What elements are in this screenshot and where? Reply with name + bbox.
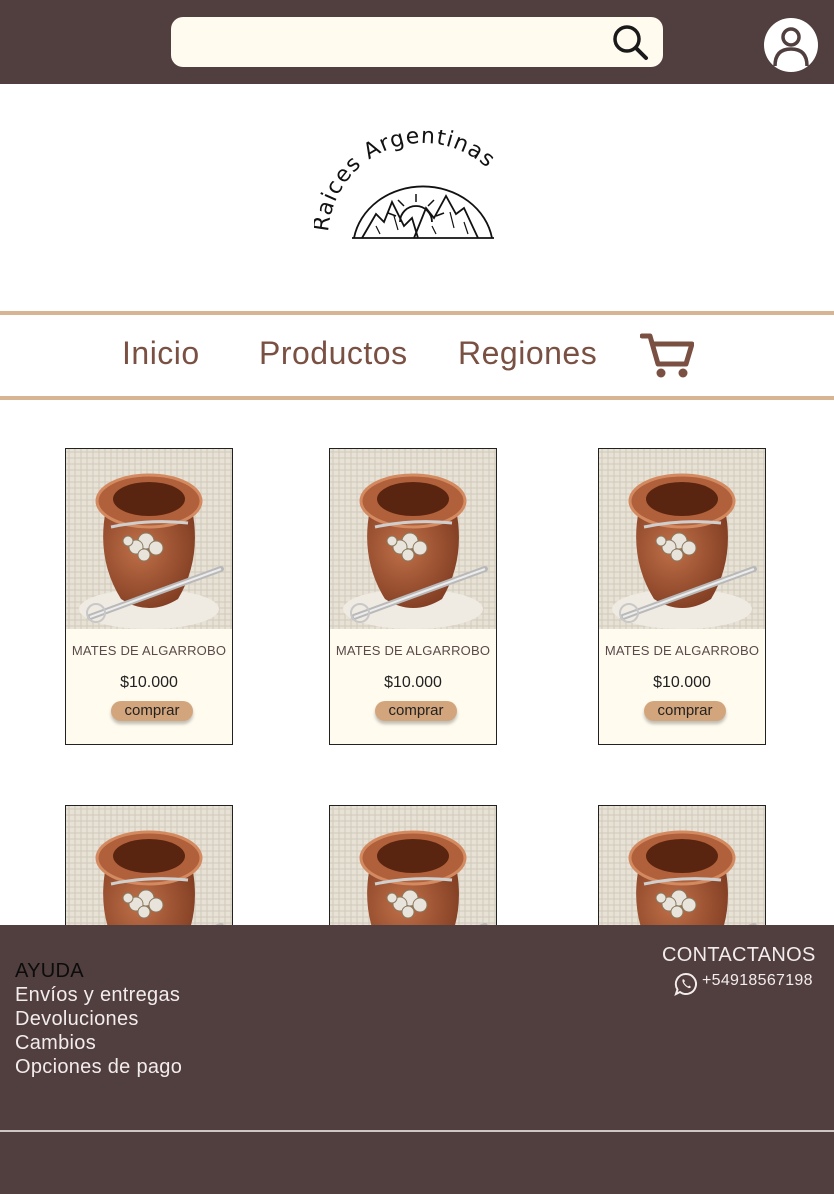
product-card[interactable]: MATES DE ALGARROBO $10.000 comprar (598, 448, 766, 745)
help-link-pagos[interactable]: Opciones de pago (15, 1056, 182, 1079)
product-card[interactable]: MATES DE ALGARROBO $10.000 comprar (329, 448, 497, 745)
nav-bottom-divider (0, 396, 834, 400)
product-price: $10.000 (384, 674, 442, 691)
product-price: $10.000 (653, 674, 711, 691)
mate-photo (66, 449, 232, 629)
product-name: MATES DE ALGARROBO (604, 643, 760, 658)
product-name: MATES DE ALGARROBO (71, 643, 227, 658)
nav-top-divider (0, 311, 834, 315)
whatsapp-icon[interactable] (674, 972, 698, 996)
search-input[interactable] (187, 27, 607, 57)
product-image[interactable] (66, 449, 232, 629)
product-image[interactable] (599, 449, 765, 629)
search-box (171, 17, 663, 67)
brand-logo: Raices Argentinas (314, 130, 500, 239)
product-image[interactable] (330, 449, 496, 629)
cart-icon[interactable] (640, 332, 694, 380)
svg-text:Raices Argentinas: Raices Argentinas (314, 130, 500, 233)
nav-productos[interactable]: Productos (259, 335, 408, 372)
product-name: MATES DE ALGARROBO (335, 643, 491, 658)
footer-divider (0, 1130, 834, 1132)
nav-regiones[interactable]: Regiones (458, 335, 597, 372)
help-link-cambios[interactable]: Cambios (15, 1032, 96, 1055)
phone-number[interactable]: +54918567198 (702, 972, 813, 990)
help-link-devoluciones[interactable]: Devoluciones (15, 1008, 139, 1031)
product-card[interactable]: MATES DE ALGARROBO $10.000 comprar (65, 448, 233, 745)
help-title: AYUDA (15, 960, 84, 982)
top-bar (0, 0, 834, 84)
nav-inicio[interactable]: Inicio (122, 335, 200, 372)
search-icon[interactable] (610, 22, 650, 62)
help-link-envios[interactable]: Envíos y entregas (15, 984, 180, 1007)
buy-button[interactable]: comprar (644, 701, 726, 721)
buy-button[interactable]: comprar (111, 701, 193, 721)
product-price: $10.000 (120, 674, 178, 691)
user-icon[interactable] (762, 16, 820, 74)
mate-photo (599, 449, 765, 629)
footer: AYUDA Envíos y entregas Devoluciones Cam… (0, 925, 834, 1194)
contact-title: CONTACTANOS (662, 944, 816, 966)
buy-button[interactable]: comprar (375, 701, 457, 721)
mate-photo (330, 449, 496, 629)
